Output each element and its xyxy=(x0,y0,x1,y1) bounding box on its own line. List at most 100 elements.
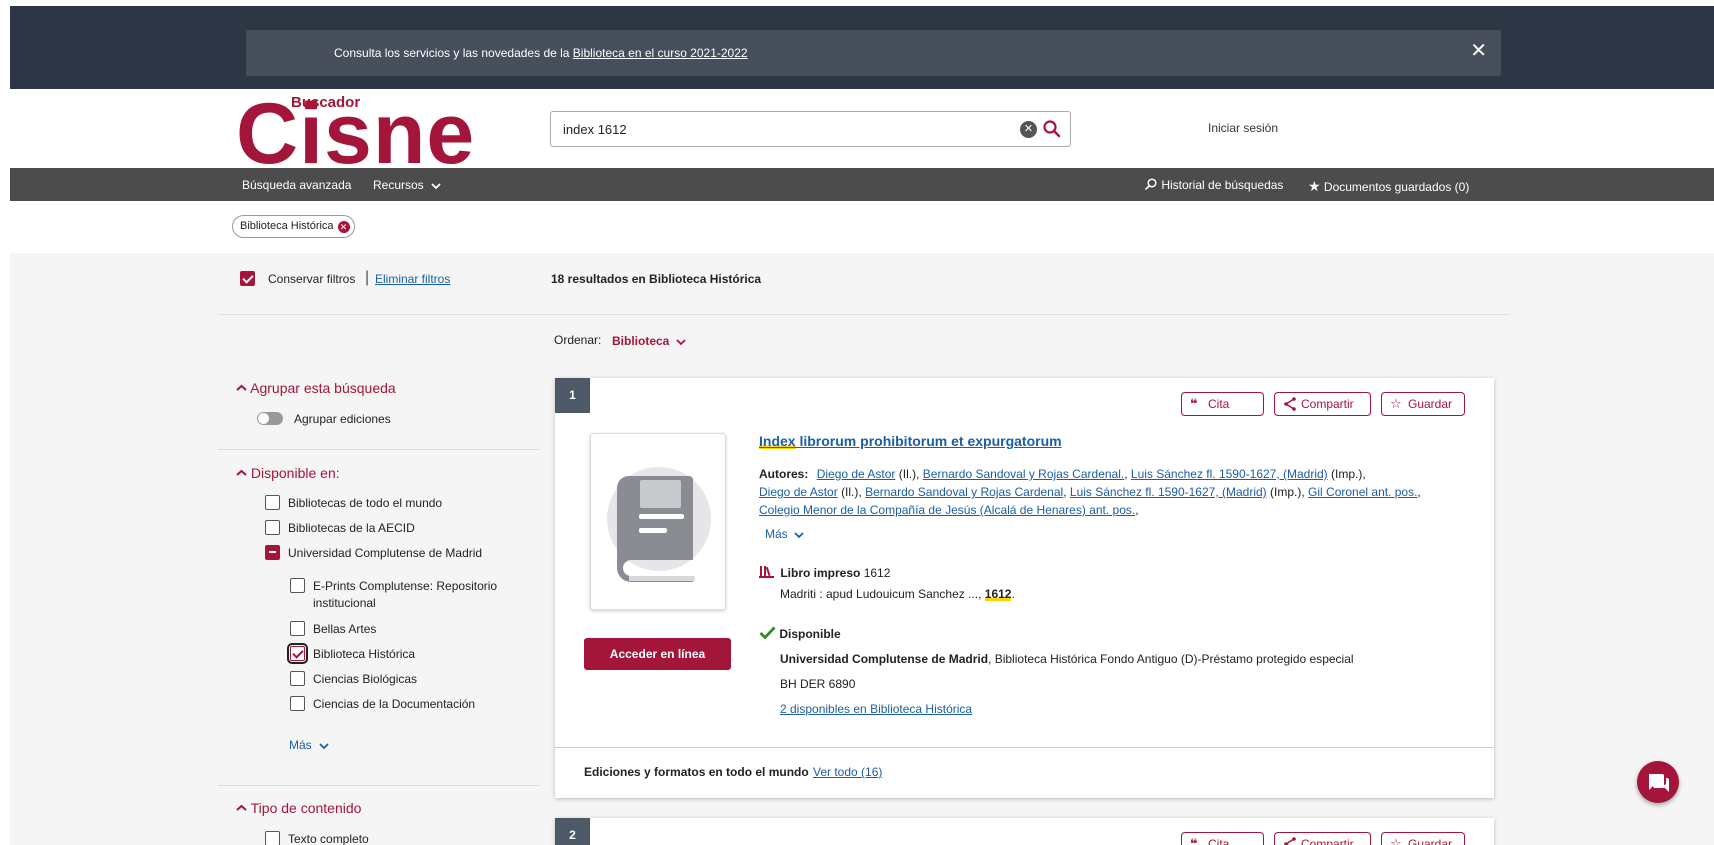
filter-label: institucional xyxy=(313,596,376,610)
author-link[interactable]: Gil Coronel ant. pos. xyxy=(1308,485,1417,499)
author-link[interactable]: Diego de Astor xyxy=(759,485,838,499)
group-editions-toggle[interactable] xyxy=(257,412,283,425)
filter-label: Bibliotecas de todo el mundo xyxy=(288,496,443,510)
star-icon: ☆ xyxy=(1390,836,1402,845)
filter-label: Bellas Artes xyxy=(313,622,377,636)
star-icon: ☆ xyxy=(1390,396,1402,411)
author-link[interactable]: Bernardo Sandoval y Rojas Cardenal. xyxy=(923,467,1124,481)
chat-icon xyxy=(1649,774,1669,792)
close-icon[interactable]: ✕ xyxy=(1470,40,1487,62)
worldwide-checkbox[interactable] xyxy=(265,495,280,510)
available-header[interactable]: Disponible en: xyxy=(236,465,340,481)
book-cover-icon xyxy=(607,467,711,582)
authors-line-2: Diego de Astor (Il.), Bernardo Sandoval … xyxy=(759,485,1421,499)
remove-filters-link[interactable]: Eliminar filtros xyxy=(375,272,450,286)
banner-link[interactable]: Biblioteca en el curso 2021-2022 xyxy=(573,46,748,60)
saved-documents-link[interactable]: ★ Documentos guardados (0) xyxy=(1308,178,1469,195)
group-search-header[interactable]: Agrupar esta búsqueda xyxy=(236,380,396,396)
call-number: BH DER 6890 xyxy=(780,677,856,691)
login-link[interactable]: Iniciar sesión xyxy=(1208,121,1278,135)
chat-button[interactable] xyxy=(1637,761,1679,803)
authors-line-1: Autores: Diego de Astor (Il.), Bernardo … xyxy=(759,467,1366,481)
authors-more-link[interactable]: Más xyxy=(765,527,804,541)
ciencias-biologicas-checkbox[interactable] xyxy=(290,671,305,686)
access-online-button[interactable]: Acceder en línea xyxy=(584,638,731,670)
biblioteca-historica-checkbox[interactable] xyxy=(287,643,308,664)
result-number: 2 xyxy=(555,818,590,845)
remove-filter-icon[interactable]: ✕ xyxy=(337,221,350,233)
save-button[interactable]: ☆ Guardar xyxy=(1381,392,1465,416)
sort-dropdown[interactable]: Biblioteca xyxy=(612,334,686,348)
imprint-line: Madriti : apud Ludouicum Sanchez ..., 16… xyxy=(780,587,1015,601)
author-link[interactable]: Diego de Astor xyxy=(817,467,896,481)
author-link[interactable]: Luis Sánchez fl. 1590-1627, (Madrid) xyxy=(1070,485,1267,499)
author-link[interactable]: Luis Sánchez fl. 1590-1627, (Madrid) xyxy=(1131,467,1328,481)
filter-label: Biblioteca Histórica xyxy=(313,647,416,661)
share-button[interactable]: Compartir xyxy=(1274,832,1371,845)
check-icon xyxy=(759,626,776,640)
card-divider xyxy=(555,747,1494,748)
ciencias-documentacion-checkbox[interactable] xyxy=(290,696,305,711)
history-link[interactable]: Historial de búsquedas xyxy=(1144,178,1283,192)
chevron-down-icon xyxy=(676,339,686,346)
keep-filters-label: Conservar filtros xyxy=(268,272,356,286)
save-button[interactable]: ☆ Guardar xyxy=(1381,832,1465,845)
share-button[interactable]: Compartir xyxy=(1274,392,1371,416)
sort-label: Ordenar: xyxy=(554,333,602,347)
full-text-checkbox[interactable] xyxy=(265,831,280,845)
copies-available-link[interactable]: 2 disponibles en Biblioteca Histórica xyxy=(780,702,972,716)
format-line: Libro impreso 1612 xyxy=(759,565,890,580)
group-editions-label: Agrupar ediciones xyxy=(294,412,391,426)
quote-icon: ❝ xyxy=(1190,836,1198,845)
printed-book-icon xyxy=(759,566,774,578)
chevron-up-icon xyxy=(236,804,247,811)
cite-button[interactable]: ❝ Cita xyxy=(1181,392,1264,416)
see-all-editions-link[interactable]: Ver todo (16) xyxy=(813,765,882,779)
filter-label: Universidad Complutense de Madrid xyxy=(288,546,483,560)
cite-button[interactable]: ❝ Cita xyxy=(1181,832,1264,845)
logo-big-text: Cisne xyxy=(236,86,476,182)
filter-label: Ciencias Biológicas xyxy=(313,672,418,686)
sidebar-more-link[interactable]: Más xyxy=(289,738,329,752)
authors-line-3: Colegio Menor de la Compañía de Jesús (A… xyxy=(759,503,1139,517)
chevron-up-icon xyxy=(236,384,247,391)
book-cover[interactable] xyxy=(590,433,726,610)
share-icon xyxy=(1284,837,1296,845)
resources-menu[interactable]: Recursos xyxy=(373,178,441,192)
filter-label: Bibliotecas de la AECID xyxy=(288,521,415,535)
result-card: 1 ❝ Cita Compartir ☆ Guardar Acceder en … xyxy=(555,378,1494,798)
editions-label: Ediciones y formatos en todo el mundo xyxy=(584,765,809,779)
banner-text: Consulta los servicios y las novedades d… xyxy=(334,46,748,60)
nav-bar: Búsqueda avanzada Recursos Historial de … xyxy=(10,168,1714,201)
filter-label: Ciencias de la Documentación xyxy=(313,697,476,711)
search-input[interactable] xyxy=(563,120,983,138)
quote-icon: ❝ xyxy=(1190,396,1198,411)
author-link[interactable]: Colegio Menor de la Compañía de Jesús (A… xyxy=(759,503,1135,517)
bellas-artes-checkbox[interactable] xyxy=(290,621,305,636)
search-icon[interactable] xyxy=(1042,119,1062,139)
chevron-down-icon xyxy=(794,532,804,539)
clear-search-icon[interactable]: ✕ xyxy=(1020,121,1037,138)
advanced-search-link[interactable]: Búsqueda avanzada xyxy=(242,178,351,192)
result-card: 2 ❝ Cita Compartir ☆ Guardar xyxy=(555,818,1494,845)
keep-filters-checkbox[interactable] xyxy=(240,271,255,286)
logo[interactable]: Buscador Cisne xyxy=(236,91,486,177)
eprints-checkbox[interactable] xyxy=(290,578,305,593)
active-filter-chip: Biblioteca Histórica ✕ xyxy=(232,215,355,238)
aecid-checkbox[interactable] xyxy=(265,520,280,535)
author-link[interactable]: Bernardo Sandoval y Rojas Cardenal xyxy=(865,485,1063,499)
star-icon: ★ xyxy=(1308,178,1321,194)
share-icon xyxy=(1284,397,1296,411)
content-type-header[interactable]: Tipo de contenido xyxy=(236,800,361,816)
sidebar-divider xyxy=(218,449,540,450)
sidebar-divider xyxy=(218,785,540,786)
ucm-checkbox[interactable] xyxy=(265,545,280,560)
availability-status: Disponible xyxy=(759,626,841,641)
result-title-link[interactable]: Index librorum prohibitorum et expurgato… xyxy=(759,433,1062,449)
announcement-banner: Consulta los servicios y las novedades d… xyxy=(246,30,1501,76)
holding-location: Universidad Complutense de Madrid, Bibli… xyxy=(780,652,1354,666)
search-box: ✕ xyxy=(550,111,1071,147)
results-count: 18 resultados en Biblioteca Histórica xyxy=(551,272,762,286)
chevron-up-icon xyxy=(236,469,247,476)
chevron-down-icon xyxy=(319,743,329,750)
